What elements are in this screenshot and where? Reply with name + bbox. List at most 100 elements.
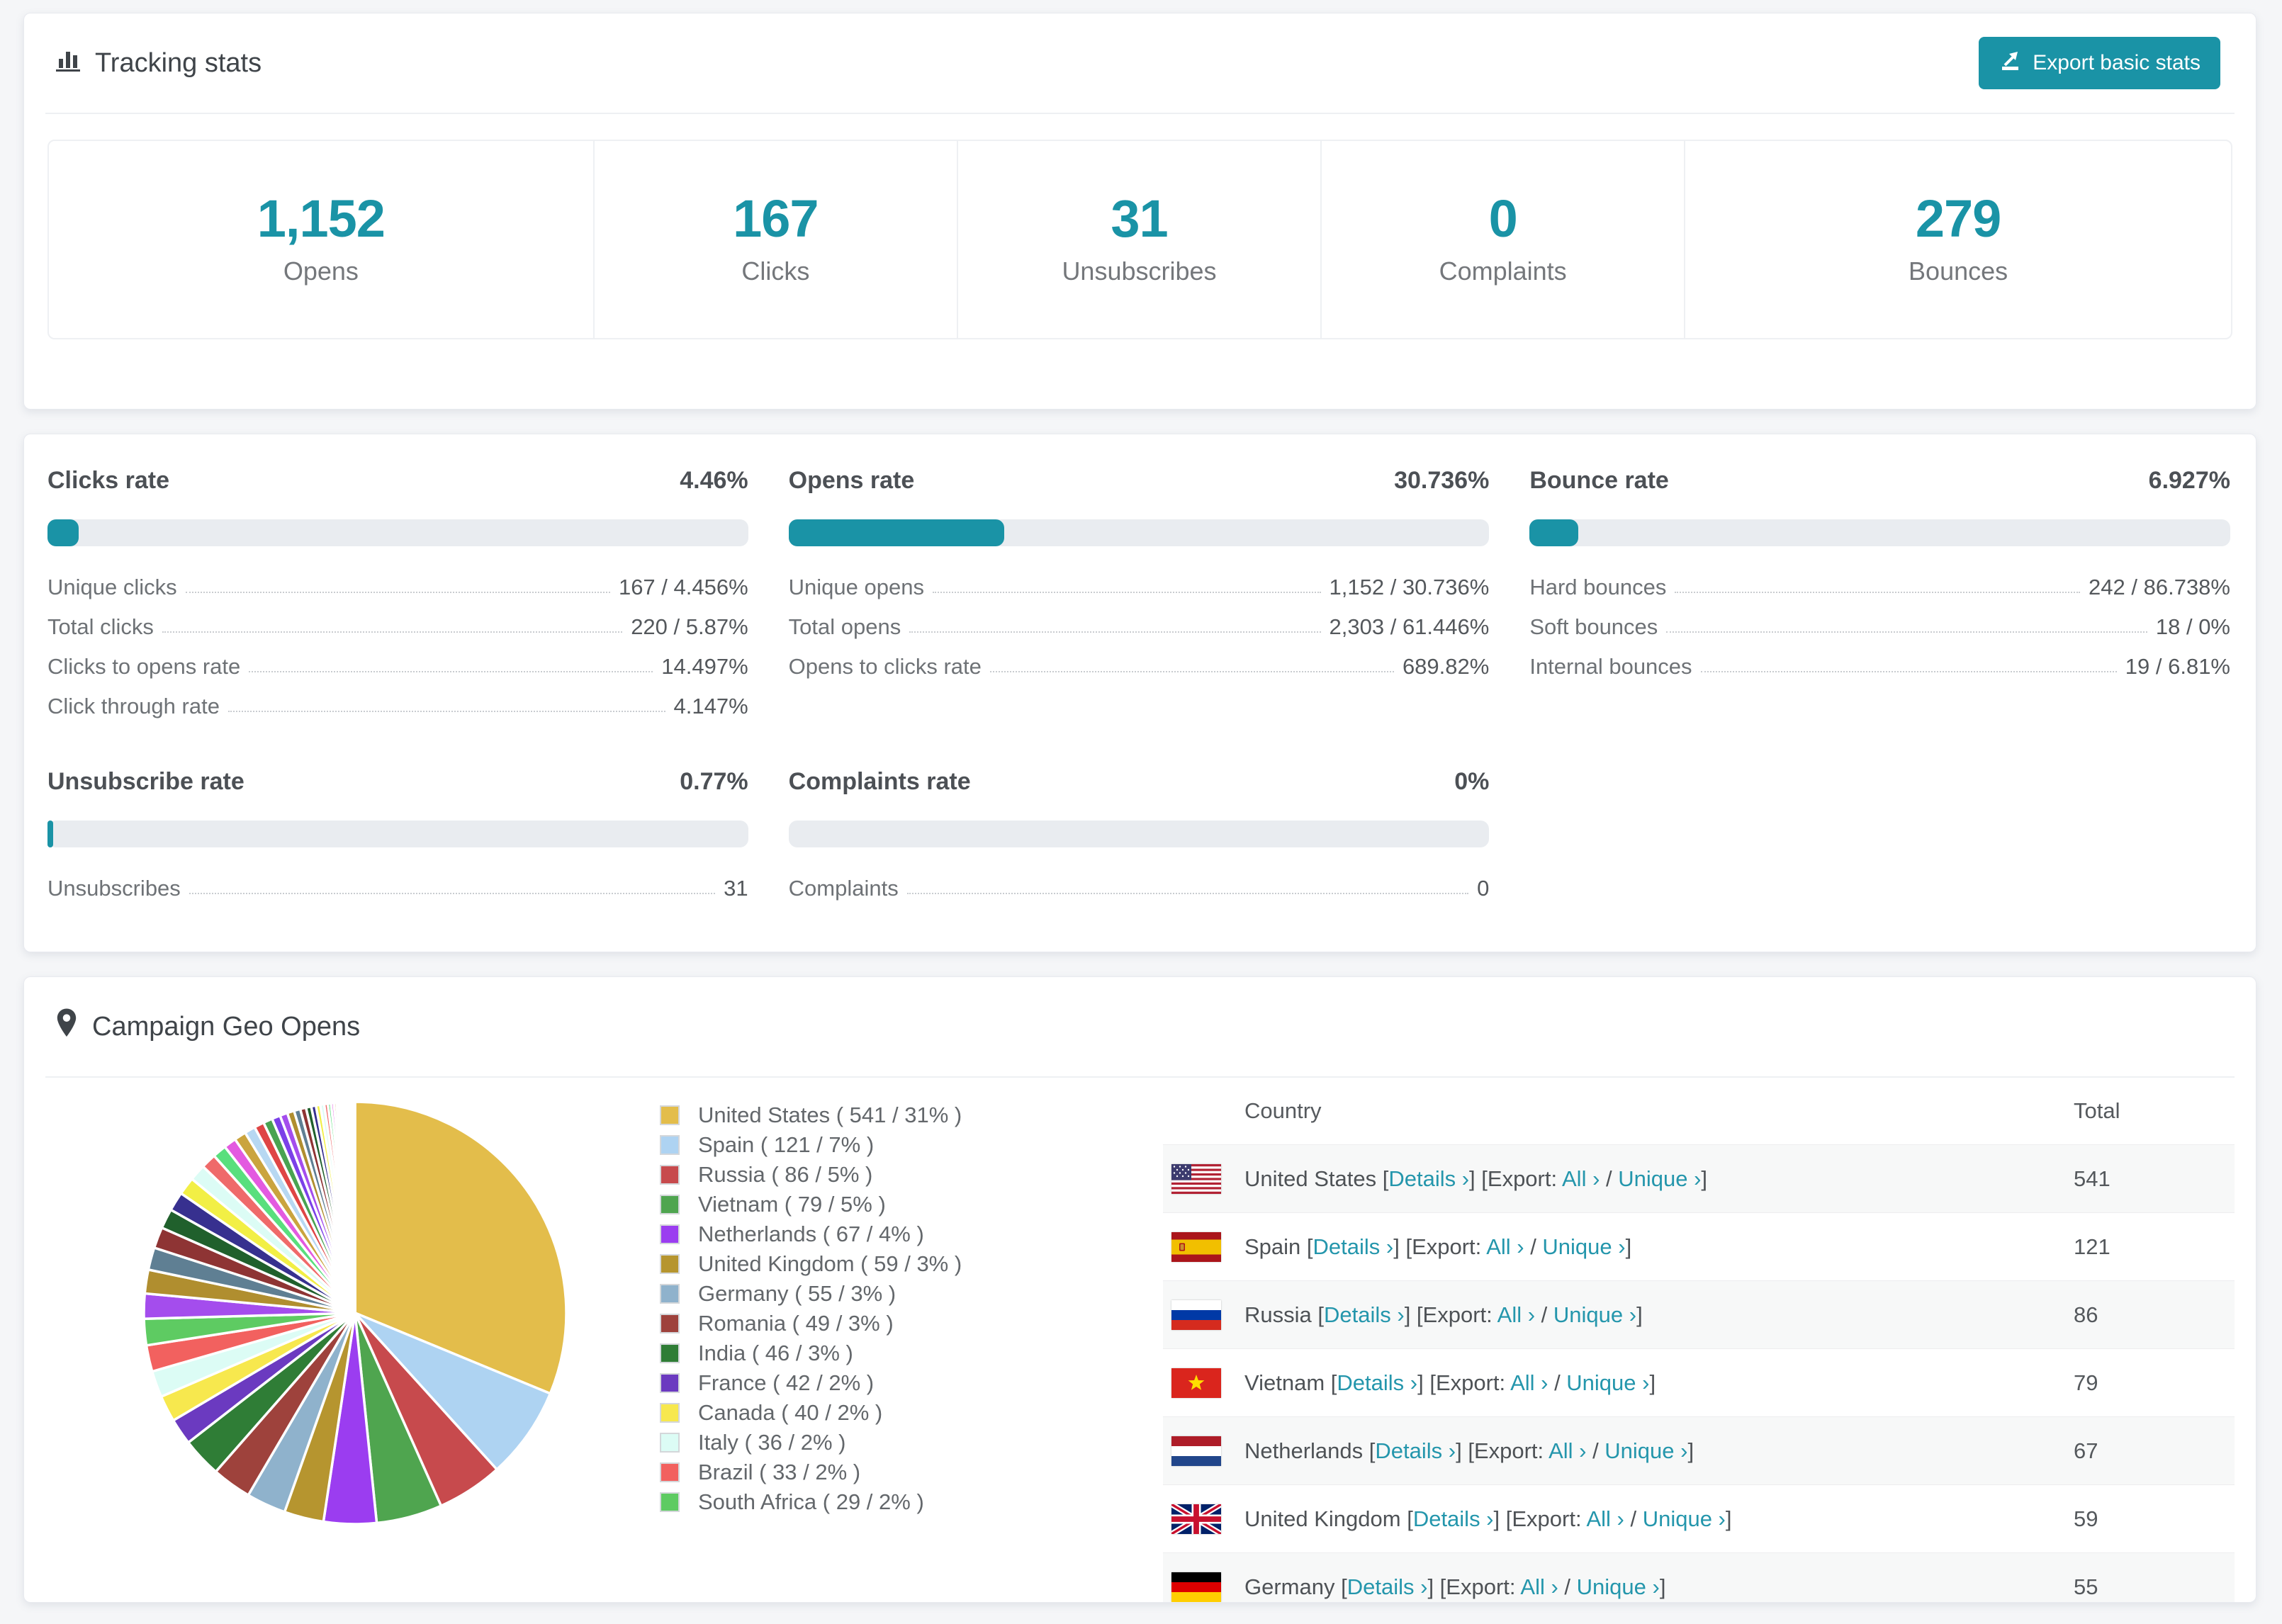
dotted-leader bbox=[1700, 671, 2117, 672]
rate-progress-track bbox=[788, 821, 1490, 847]
bracket: ] bbox=[1687, 1438, 1694, 1463]
stat-label: Bounces bbox=[1909, 256, 2008, 286]
rate-block-bounce-rate: Bounce rate 6.927% Hard bounces 242 / 86.73… bbox=[1529, 467, 2230, 723]
slash: / bbox=[1586, 1438, 1605, 1463]
legend-label: Vietnam ( 79 / 5% ) bbox=[698, 1192, 886, 1217]
details-link[interactable]: Details › bbox=[1375, 1438, 1456, 1463]
export-label: Export: bbox=[1435, 1370, 1511, 1395]
rate-row-label: Total opens bbox=[788, 614, 901, 639]
dotted-leader bbox=[249, 671, 653, 672]
bar-chart-icon bbox=[54, 45, 82, 81]
stat-cell-complaints: 0 Complaints bbox=[1322, 141, 1686, 338]
total-value: 79 bbox=[2074, 1370, 2098, 1395]
geo-title-text: Campaign Geo Opens bbox=[92, 1011, 361, 1042]
export-label: Export: bbox=[1473, 1438, 1549, 1463]
details-link[interactable]: Details › bbox=[1347, 1574, 1428, 1599]
rate-rows: Hard bounces 242 / 86.738% Soft bounces 18 … bbox=[1529, 565, 2230, 684]
rate-value: 0% bbox=[1454, 768, 1490, 795]
export-unique-link[interactable]: Unique › bbox=[1618, 1166, 1701, 1191]
dotted-leader bbox=[932, 592, 1321, 593]
details-link[interactable]: Details › bbox=[1324, 1302, 1405, 1327]
rate-block-unsubscribe-rate: Unsubscribe rate 0.77% Unsubscribes 31 bbox=[47, 768, 748, 906]
export-all-link[interactable]: All › bbox=[1586, 1506, 1624, 1531]
dotted-leader bbox=[989, 671, 1394, 672]
export-unique-link[interactable]: Unique › bbox=[1643, 1506, 1726, 1531]
rate-row-value: 220 / 5.87% bbox=[631, 614, 748, 639]
rate-value: 4.46% bbox=[680, 467, 748, 494]
rate-row: Total clicks 220 / 5.87% bbox=[47, 604, 748, 644]
total-value: 59 bbox=[2074, 1506, 2098, 1531]
legend-label: South Africa ( 29 / 2% ) bbox=[698, 1489, 924, 1514]
export-all-link[interactable]: All › bbox=[1510, 1370, 1548, 1395]
dotted-leader bbox=[1666, 631, 2147, 633]
rate-row-label: Opens to clicks rate bbox=[788, 654, 982, 679]
rate-row: Complaints 0 bbox=[789, 866, 1490, 906]
country-name: Russia bbox=[1244, 1302, 1318, 1327]
rate-row-label: Unique opens bbox=[788, 575, 924, 599]
stat-value: 1,152 bbox=[257, 189, 386, 248]
rate-progress-track bbox=[1529, 519, 2230, 546]
legend-swatch bbox=[660, 1343, 680, 1363]
export-unique-link[interactable]: Unique › bbox=[1566, 1370, 1649, 1395]
total-value: 55 bbox=[2074, 1574, 2098, 1599]
legend-label: Germany ( 55 / 3% ) bbox=[698, 1281, 896, 1306]
legend-label: France ( 42 / 2% ) bbox=[698, 1370, 875, 1395]
legend-label: Russia ( 86 / 5% ) bbox=[698, 1162, 873, 1187]
export-all-link[interactable]: All › bbox=[1548, 1438, 1586, 1463]
details-link[interactable]: Details › bbox=[1413, 1506, 1494, 1531]
bracket: [ bbox=[1407, 1506, 1413, 1531]
details-link[interactable]: Details › bbox=[1337, 1370, 1417, 1395]
export-label: Export: bbox=[1487, 1166, 1562, 1191]
legend-swatch bbox=[660, 1462, 680, 1482]
export-all-link[interactable]: All › bbox=[1497, 1302, 1535, 1327]
legend-swatch bbox=[660, 1195, 680, 1214]
slash: / bbox=[1524, 1234, 1543, 1259]
stat-cell-unsubscribes: 31 Unsubscribes bbox=[958, 141, 1322, 338]
export-unique-link[interactable]: Unique › bbox=[1542, 1234, 1625, 1259]
legend-label: Spain ( 121 / 7% ) bbox=[698, 1132, 875, 1157]
country-name: United States bbox=[1244, 1166, 1383, 1191]
export-unique-link[interactable]: Unique › bbox=[1604, 1438, 1687, 1463]
legend-swatch bbox=[660, 1284, 680, 1304]
rate-row: Unsubscribes 31 bbox=[47, 866, 748, 906]
country-flag-vn bbox=[1171, 1368, 1221, 1398]
export-all-link[interactable]: All › bbox=[1520, 1574, 1558, 1599]
rate-head: Unsubscribe rate 0.77% bbox=[47, 768, 748, 796]
export-unique-link[interactable]: Unique › bbox=[1577, 1574, 1660, 1599]
slash: / bbox=[1535, 1302, 1553, 1327]
details-link[interactable]: Details › bbox=[1388, 1166, 1469, 1191]
export-all-link[interactable]: All › bbox=[1486, 1234, 1524, 1259]
bracket: ] [ bbox=[1417, 1370, 1436, 1395]
legend-item: Vietnam ( 79 / 5% ) bbox=[660, 1190, 962, 1219]
dotted-leader bbox=[185, 592, 610, 593]
bracket: ] [ bbox=[1469, 1166, 1488, 1191]
country-flag-us bbox=[1171, 1163, 1221, 1194]
stat-label: Opens bbox=[283, 256, 359, 286]
legend-item: Germany ( 55 / 3% ) bbox=[660, 1279, 962, 1309]
export-all-link[interactable]: All › bbox=[1562, 1166, 1600, 1191]
stat-value: 0 bbox=[1488, 189, 1518, 248]
rate-title: Complaints rate bbox=[788, 768, 971, 795]
stat-cell-opens: 1,152 Opens bbox=[49, 141, 595, 338]
legend-swatch bbox=[660, 1373, 680, 1393]
rate-title: Clicks rate bbox=[47, 467, 169, 494]
geo-body: United States ( 541 / 31% ) Spain ( 121 /… bbox=[24, 1078, 2256, 1602]
legend-item: Brazil ( 33 / 2% ) bbox=[660, 1457, 962, 1487]
tracking-stats-card: Tracking stats Export basic stats 1,152 O… bbox=[23, 13, 2256, 410]
slash: / bbox=[1558, 1574, 1577, 1599]
legend-item: United Kingdom ( 59 / 3% ) bbox=[660, 1249, 962, 1279]
legend-swatch bbox=[660, 1492, 680, 1512]
country-cell: Russia [Details ›] [Export: All › / Uniq… bbox=[1244, 1302, 1643, 1328]
export-unique-link[interactable]: Unique › bbox=[1553, 1302, 1636, 1327]
bracket: [ bbox=[1306, 1234, 1313, 1259]
export-basic-stats-button[interactable]: Export basic stats bbox=[1979, 37, 2220, 89]
legend-item: South Africa ( 29 / 2% ) bbox=[660, 1487, 962, 1517]
details-link[interactable]: Details › bbox=[1313, 1234, 1394, 1259]
total-value: 67 bbox=[2074, 1438, 2098, 1463]
legend-swatch bbox=[660, 1135, 680, 1155]
rate-progress-fill bbox=[47, 519, 79, 546]
legend-label: Canada ( 40 / 2% ) bbox=[698, 1400, 883, 1425]
legend-item: India ( 46 / 3% ) bbox=[660, 1338, 962, 1368]
legend-item: France ( 42 / 2% ) bbox=[660, 1368, 962, 1398]
bracket: ] bbox=[1725, 1506, 1732, 1531]
